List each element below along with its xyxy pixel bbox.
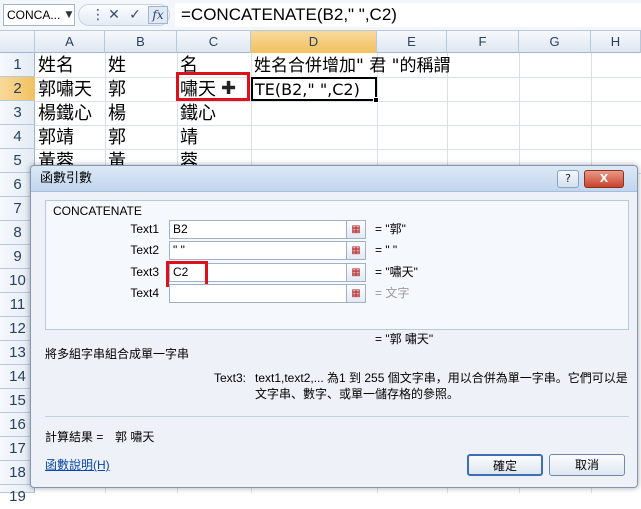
cell-a2[interactable]: 郭嘯天 [36,78,104,102]
calc-result-label: 計算結果 = [45,430,104,444]
column-header-c[interactable]: C [177,31,251,53]
column-header-a[interactable]: A [35,31,105,53]
total-result: = "郭 嘯天" [375,332,434,346]
arg-label-text3: Text3 [130,265,159,279]
select-all-corner[interactable] [0,31,35,53]
row-header[interactable]: 1 [0,53,35,77]
ok-button[interactable]: 確定 [467,454,543,476]
collapse-dialog-icon[interactable]: ▦ [346,284,366,303]
cell-a1[interactable]: 姓名 [36,54,104,78]
column-header-b[interactable]: B [105,31,177,53]
insert-function-button[interactable]: fx [148,6,168,24]
cell-c4[interactable]: 靖 [178,126,250,150]
name-box-dropdown-icon[interactable]: ▼ [62,4,76,26]
calc-result-value: 郭 嘯天 [115,430,155,444]
active-cell-border [251,77,377,101]
dialog-help-button[interactable]: ? [557,170,579,188]
column-headers: A B C D E F G H [0,31,641,53]
divider [45,416,629,417]
formula-input[interactable]: =CONCATENATE(B2," ",C2) [175,3,641,27]
cell-a3[interactable]: 楊鐵心 [36,102,104,126]
arg-label-text1: Text1 [130,222,159,236]
arg-result-text3: = "嘯天" [375,265,418,279]
row-header[interactable]: 3 [0,101,35,125]
cell-a4[interactable]: 郭靖 [36,126,104,150]
row-header[interactable]: 4 [0,125,35,149]
arg-label-text2: Text2 [130,243,159,257]
cell-cursor-icon: ✚ [221,78,237,99]
dialog-title: 函數引數 [40,171,93,186]
cancel-formula-button[interactable]: ✕ [104,4,124,26]
arg-description-name: Text3: [214,371,247,385]
arg-input-text1[interactable]: B2 [169,220,347,239]
dialog-title-bar[interactable] [31,166,637,192]
function-arguments-dialog: 函數引數 ? X CONCATENATE Text1 B2 ▦ = "郭" Te… [30,165,638,488]
function-help-link[interactable]: 函數說明(H) [45,457,110,473]
arg-result-text2: = " " [375,243,398,257]
column-header-e[interactable]: E [377,31,447,53]
cell-b2[interactable]: 郭 [106,78,176,102]
collapse-dialog-icon[interactable]: ▦ [346,263,366,282]
column-header-f[interactable]: F [447,31,519,53]
arg-result-text4: = 文字 [375,286,410,300]
row-header[interactable]: 2 [0,77,35,101]
arg-description: text1,text2,... 為1 到 255 個文字串，用以合併為單一字串。… [255,371,628,401]
function-description: 將多組字串組合成單一字串 [45,347,190,361]
column-header-d[interactable]: D [251,31,377,53]
cell-b4[interactable]: 郭 [106,126,176,150]
collapse-dialog-icon[interactable]: ▦ [346,241,366,260]
arg-input-text2[interactable]: " " [169,241,347,260]
cell-b1[interactable]: 姓 [106,54,176,78]
arg-result-text1: = "郭" [375,222,406,236]
cell-c3[interactable]: 鐵心 [178,102,250,126]
enter-formula-button[interactable]: ✓ [125,4,145,26]
cell-b3[interactable]: 楊 [106,102,176,126]
arg-label-text4: Text4 [130,286,159,300]
column-header-g[interactable]: G [519,31,591,53]
function-name: CONCATENATE [53,204,142,218]
cell-d1[interactable]: 姓名合併增加" 君 "的稱謂 [252,54,452,78]
collapse-dialog-icon[interactable]: ▦ [346,220,366,239]
cancel-button[interactable]: 取消 [549,454,625,476]
column-header-h[interactable]: H [591,31,641,53]
dialog-close-button[interactable]: X [584,170,624,188]
arg-input-text4[interactable] [169,284,347,303]
fill-handle[interactable] [373,97,379,103]
